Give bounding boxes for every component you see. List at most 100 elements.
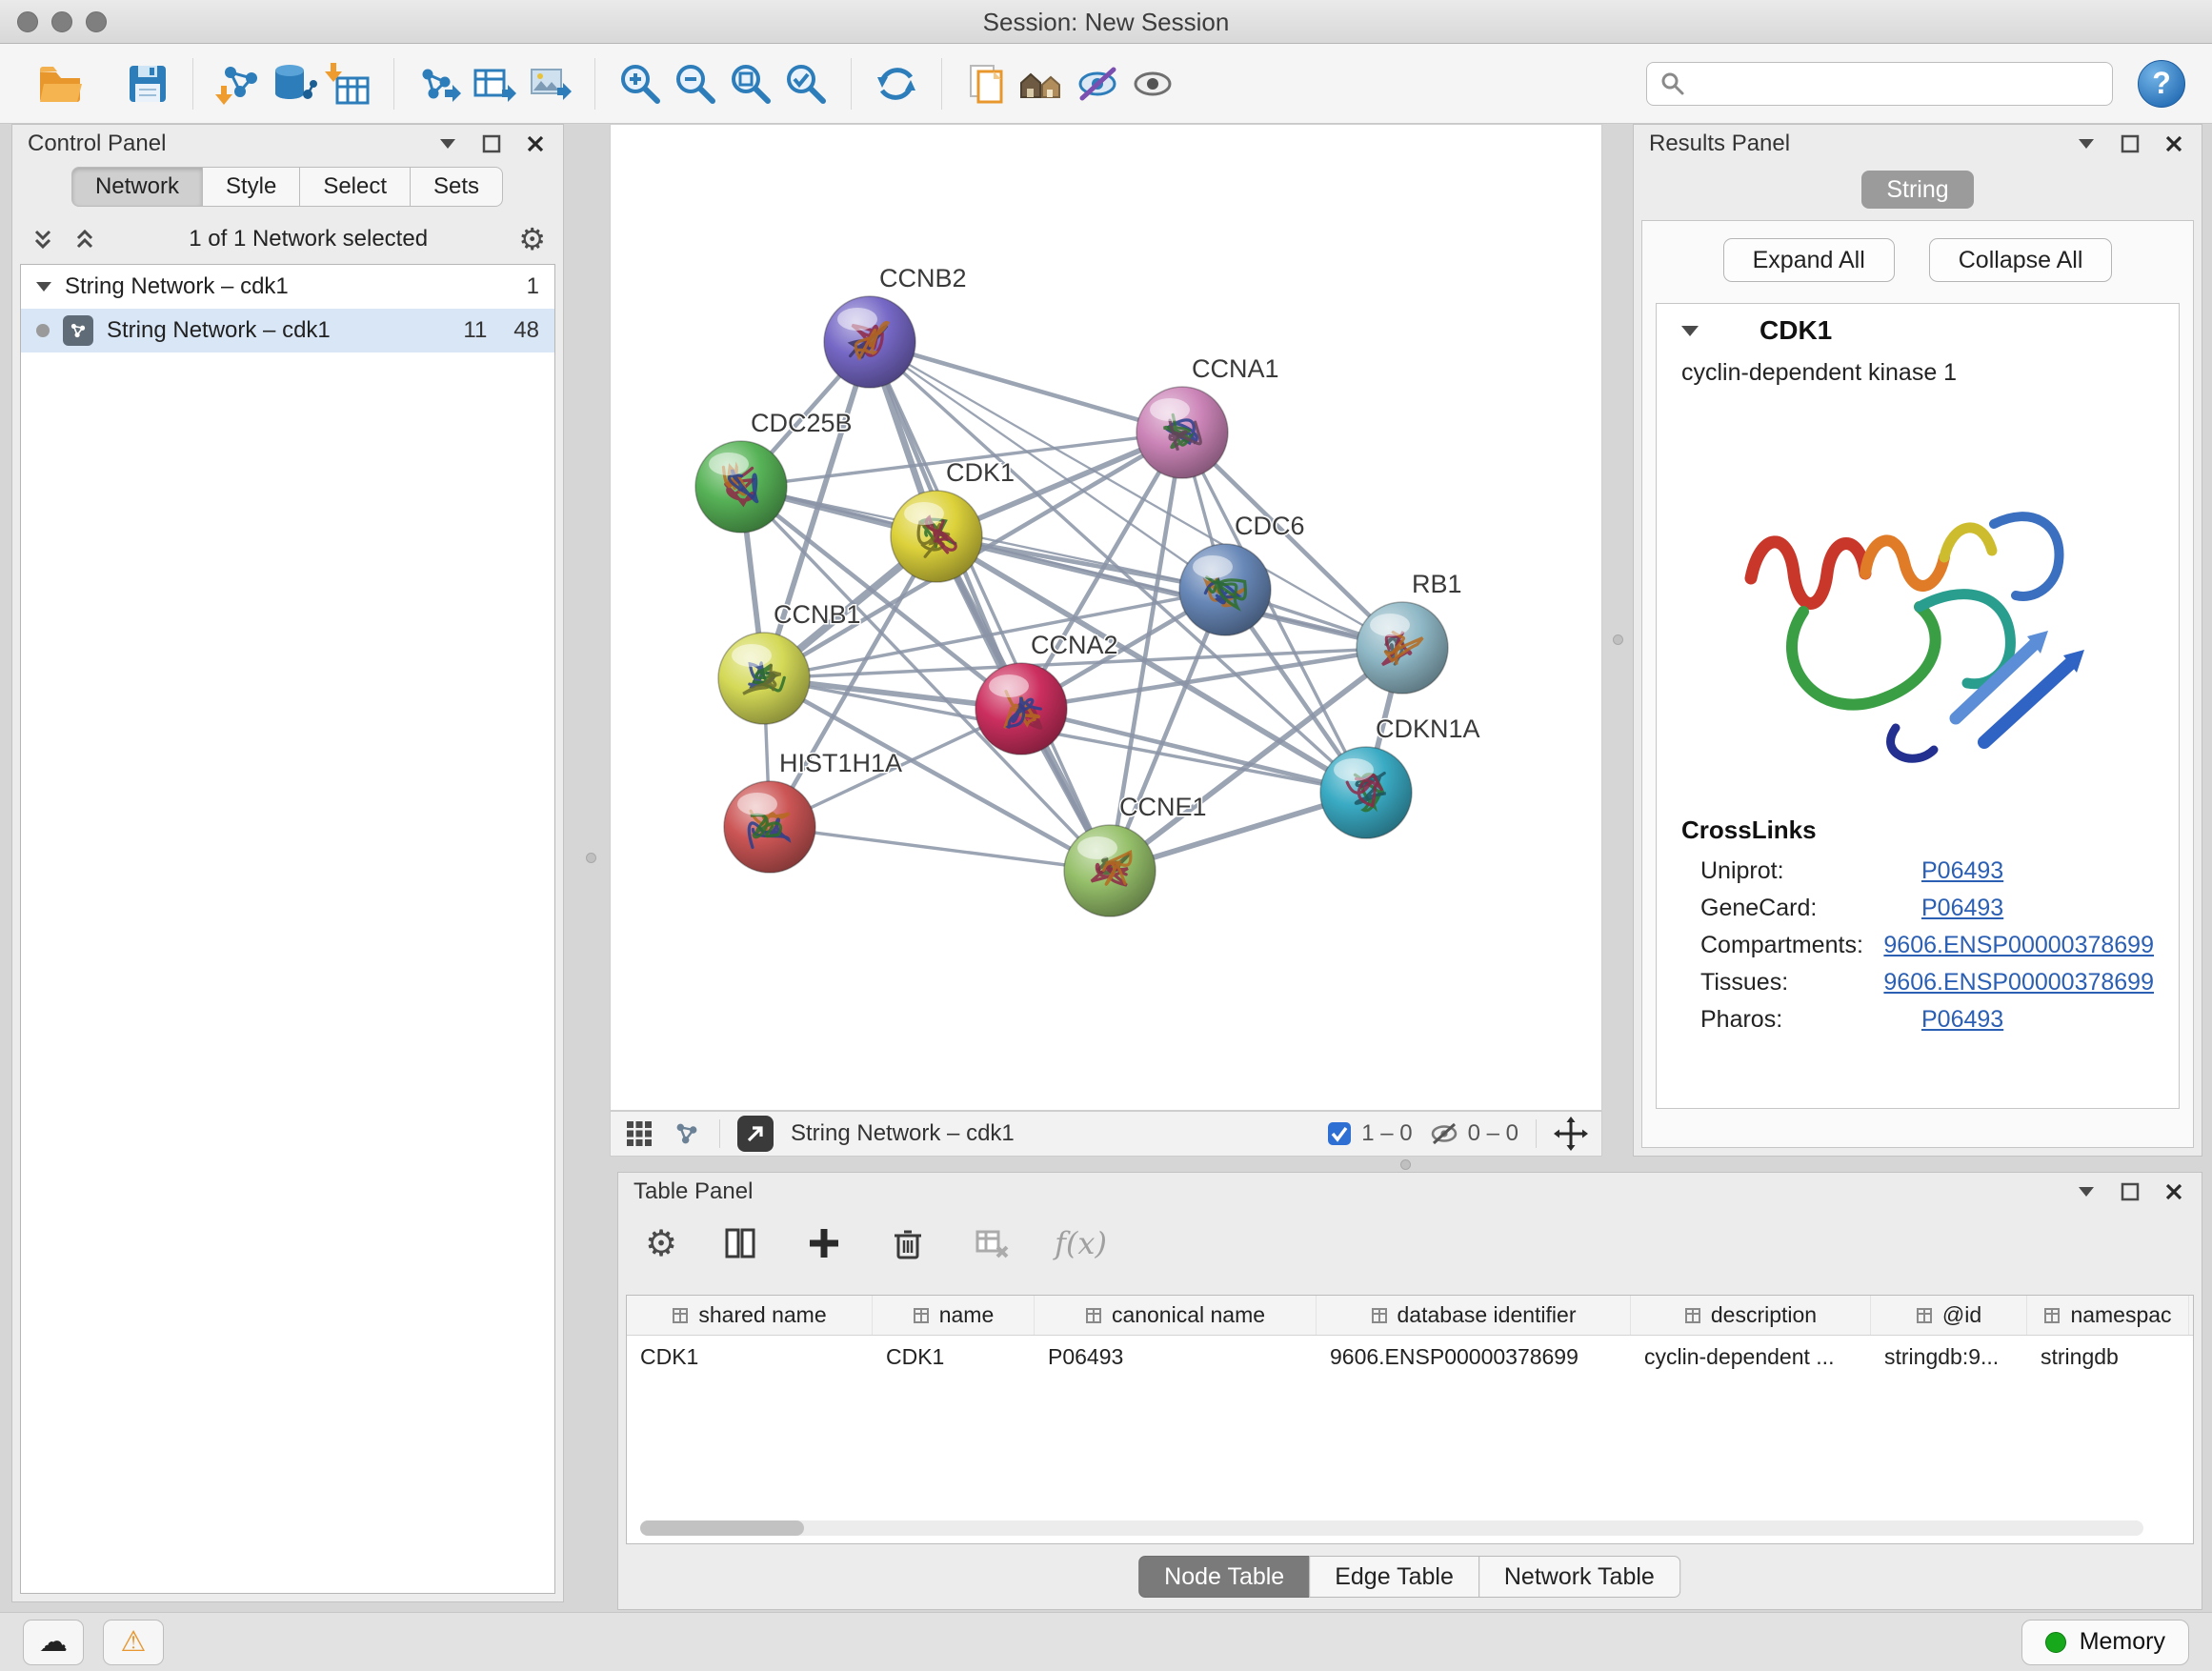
network-options-gear-icon[interactable]: ⚙ <box>518 224 546 254</box>
delete-column-button[interactable] <box>887 1222 929 1264</box>
function-builder-button[interactable]: f(x) <box>1055 1225 1107 1261</box>
panel-close-button[interactable] <box>523 131 548 156</box>
warnings-button[interactable]: ⚠ <box>103 1620 164 1665</box>
node-cdkn1a[interactable]: CDKN1A <box>1320 715 1480 838</box>
node-ccna1[interactable]: CCNA1 <box>1136 354 1279 478</box>
export-image-button[interactable] <box>522 56 577 111</box>
import-network-file-button[interactable] <box>211 56 266 111</box>
network-glyph-icon[interactable] <box>672 1118 702 1149</box>
tab-network-table[interactable]: Network Table <box>1478 1556 1680 1598</box>
node-ccne1[interactable]: CCNE1 <box>1064 793 1207 916</box>
tab-network[interactable]: Network <box>71 167 203 207</box>
node-rb1[interactable]: RB1 <box>1357 570 1462 694</box>
bottom-splitter-handle[interactable] <box>1400 1159 1411 1170</box>
left-splitter-handle[interactable] <box>586 853 596 863</box>
table-menu-button[interactable] <box>2074 1179 2099 1204</box>
column-header[interactable]: database identifier <box>1317 1296 1631 1335</box>
cloud-button[interactable]: ☁ <box>23 1620 84 1665</box>
column-header[interactable]: namespac <box>2027 1296 2189 1335</box>
crosslink-value-link[interactable]: P06493 <box>1921 1006 2003 1034</box>
search-input[interactable] <box>1646 62 2113 106</box>
tab-node-table[interactable]: Node Table <box>1138 1556 1310 1598</box>
node-hist1h1a[interactable]: HIST1H1A <box>724 749 902 873</box>
control-panel-title: Control Panel <box>28 131 435 157</box>
tab-edge-table[interactable]: Edge Table <box>1309 1556 1479 1598</box>
string-tab[interactable]: String <box>1861 171 1974 209</box>
crosslink-label: Compartments: <box>1700 932 1883 959</box>
delete-table-button[interactable] <box>971 1222 1013 1264</box>
tab-select[interactable]: Select <box>299 167 411 207</box>
open-in-new-window-button[interactable] <box>737 1116 774 1152</box>
new-network-from-selection-button[interactable] <box>412 56 467 111</box>
zoom-out-button[interactable] <box>668 56 723 111</box>
window-title: Session: New Session <box>0 0 2212 44</box>
network-graph[interactable]: CCNB2CCNA1CDC25BCDK1CDC6RB1CCNB1CCNA2CDK… <box>611 125 1601 1110</box>
network-row[interactable]: String Network – cdk1 11 48 <box>21 309 554 352</box>
first-neighbors-button[interactable] <box>1015 56 1070 111</box>
results-close-button[interactable] <box>2162 131 2186 156</box>
show-details-button[interactable] <box>1125 56 1180 111</box>
table-options-gear-icon[interactable]: ⚙ <box>645 1225 677 1261</box>
column-header[interactable]: description <box>1631 1296 1871 1335</box>
zoom-selected-button[interactable] <box>778 56 834 111</box>
tab-sets[interactable]: Sets <box>410 167 503 207</box>
node-ccnb2[interactable]: CCNB2 <box>824 264 967 388</box>
node-highlight <box>1370 614 1410 636</box>
save-session-button[interactable] <box>120 56 175 111</box>
pan-crosshair-icon[interactable] <box>1554 1117 1588 1151</box>
hidden-eye-icon[interactable] <box>1430 1121 1458 1146</box>
edge-ccnb2-ccna1[interactable] <box>870 342 1182 433</box>
selected-checkbox-icon[interactable] <box>1327 1121 1352 1146</box>
column-header[interactable]: shared name <box>627 1296 873 1335</box>
show-columns-button[interactable] <box>719 1222 761 1264</box>
open-session-button[interactable] <box>32 56 88 111</box>
results-float-button[interactable] <box>2118 131 2142 156</box>
copy-button[interactable] <box>959 56 1015 111</box>
edge-ccnb2-ccne1[interactable] <box>870 342 1110 871</box>
table-close-button[interactable] <box>2162 1179 2186 1204</box>
panel-menu-button[interactable] <box>435 131 460 156</box>
column-header[interactable]: name <box>873 1296 1035 1335</box>
crosslink-value-link[interactable]: 9606.ENSP00000378699 <box>1883 932 2154 959</box>
results-menu-button[interactable] <box>2074 131 2099 156</box>
import-table-button[interactable] <box>321 56 376 111</box>
table-row[interactable]: CDK1CDK1P064939606.ENSP00000378699cyclin… <box>627 1336 2193 1376</box>
panel-float-button[interactable] <box>479 131 504 156</box>
expand-all-networks-icon[interactable] <box>30 226 56 252</box>
expand-all-button[interactable]: Expand All <box>1723 238 1895 282</box>
apply-layout-button[interactable] <box>869 56 924 111</box>
node-cdk1[interactable]: CDK1 <box>891 458 1015 582</box>
main-toolbar: ? <box>0 44 2212 124</box>
gene-collapse-icon[interactable] <box>1681 326 1699 336</box>
node-label-cdkn1a: CDKN1A <box>1376 715 1480 743</box>
crosslink-value-link[interactable]: 9606.ENSP00000378699 <box>1883 969 2154 997</box>
tab-style[interactable]: Style <box>202 167 300 207</box>
birdseye-grid-icon[interactable] <box>624 1118 654 1149</box>
help-button[interactable]: ? <box>2138 60 2185 108</box>
import-network-database-button[interactable] <box>266 56 321 111</box>
column-header[interactable]: @id <box>1871 1296 2027 1335</box>
new-table-button[interactable] <box>467 56 522 111</box>
zoom-in-button[interactable] <box>613 56 668 111</box>
hide-details-button[interactable] <box>1070 56 1125 111</box>
add-column-button[interactable] <box>803 1222 845 1264</box>
zoom-fit-button[interactable] <box>723 56 778 111</box>
table-float-button[interactable] <box>2118 1179 2142 1204</box>
network-canvas[interactable]: CCNB2CCNA1CDC25BCDK1CDC6RB1CCNB1CCNA2CDK… <box>610 124 1602 1111</box>
close-window-button[interactable] <box>17 11 38 32</box>
scrollbar-thumb[interactable] <box>640 1520 804 1536</box>
network-collection-row[interactable]: String Network – cdk1 1 <box>21 265 554 309</box>
minimize-window-button[interactable] <box>51 11 72 32</box>
memory-button[interactable]: Memory <box>2021 1620 2189 1665</box>
right-splitter-handle[interactable] <box>1613 634 1623 645</box>
crosslink-value-link[interactable]: P06493 <box>1921 895 2003 922</box>
zoom-window-button[interactable] <box>86 11 107 32</box>
collapse-all-button[interactable]: Collapse All <box>1929 238 2113 282</box>
horizontal-scrollbar[interactable] <box>640 1520 2143 1536</box>
collection-expander-icon[interactable] <box>36 282 51 292</box>
column-header[interactable]: canonical name <box>1035 1296 1317 1335</box>
node-highlight <box>837 308 877 331</box>
collapse-all-networks-icon[interactable] <box>71 226 98 252</box>
crosslink-value-link[interactable]: P06493 <box>1921 857 2003 885</box>
edge-hist1h1a-ccne1[interactable] <box>770 827 1110 871</box>
